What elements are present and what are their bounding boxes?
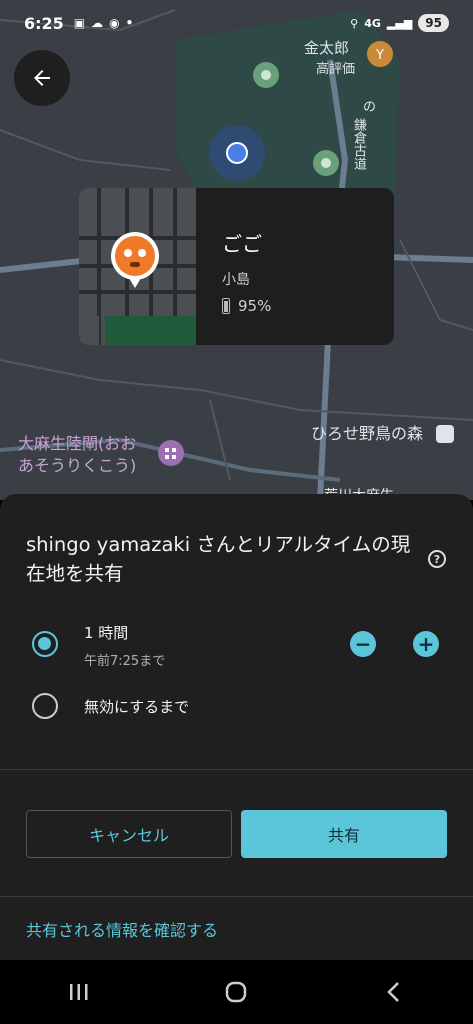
location-icon: ⚲ <box>350 16 359 30</box>
screenshot-icon: ▣ <box>73 16 86 30</box>
option-until-disabled-label: 無効にするまで <box>84 698 190 716</box>
battery-indicator: 95 <box>418 14 449 32</box>
home-button[interactable] <box>206 972 266 1012</box>
sheet-title: shingo yamazaki さんとリアルタイムの現在地を共有 <box>26 533 411 585</box>
dot-icon: • <box>125 16 134 30</box>
share-button[interactable]: 共有 <box>241 810 447 858</box>
poi-forest-label[interactable]: ひろせ野鳥の森 <box>311 424 423 444</box>
avatar-face-icon <box>115 236 155 276</box>
back-nav-button[interactable] <box>364 972 424 1012</box>
share-sheet: shingo yamazaki さんとリアルタイムの現在地を共有 ? 1 時間 … <box>0 494 473 960</box>
contact-battery-value: 95% <box>238 297 272 315</box>
help-icon[interactable]: ? <box>428 550 446 568</box>
card-mini-map <box>79 188 196 345</box>
poi-kintaro-rating: 高評価 <box>316 62 356 77</box>
status-bar: 6:25 ▣ ☁ ◉ • ⚲ 4G ▂▄▆ 95 <box>0 0 473 46</box>
option-one-hour-until: 午前7:25まで <box>84 654 166 669</box>
road-label: 鎌倉古道 <box>351 118 366 170</box>
cancel-button[interactable]: キャンセル <box>26 810 232 858</box>
divider <box>0 769 473 770</box>
cloud-icon: ☁ <box>91 16 104 30</box>
chevron-left-icon <box>387 982 400 1002</box>
poi-lock-label-1[interactable]: 大麻生陸閘(おお <box>18 434 136 454</box>
radio-until-disabled[interactable] <box>32 693 58 719</box>
increase-button[interactable]: + <box>413 631 439 657</box>
radio-one-hour[interactable] <box>32 631 58 657</box>
contact-card[interactable]: ごご 小島 95% <box>79 188 394 345</box>
review-info-link[interactable]: 共有される情報を確認する <box>26 917 218 941</box>
recents-button[interactable] <box>49 972 109 1012</box>
signal-icon: ▂▄▆ <box>386 16 413 30</box>
status-right: ⚲ 4G ▂▄▆ 95 <box>350 14 449 32</box>
network-label: 4G <box>364 16 381 30</box>
card-info: ごご 小島 95% <box>196 188 394 345</box>
decrease-button[interactable]: − <box>350 631 376 657</box>
chat-icon: ◉ <box>109 16 120 30</box>
home-icon <box>226 981 247 1003</box>
avatar-pin-tip <box>129 278 141 288</box>
option-one-hour-label: 1 時間 <box>84 624 129 642</box>
road-label-suffix: の <box>363 100 377 115</box>
recents-icon <box>69 984 88 1000</box>
system-nav-bar <box>0 960 473 1024</box>
contact-battery: 95% <box>222 297 394 315</box>
arrow-left-icon <box>34 70 50 86</box>
avatar <box>111 232 159 280</box>
divider <box>0 896 473 897</box>
svg-text:Y: Y <box>375 48 384 63</box>
contact-name: ごご <box>222 232 262 256</box>
contact-place: 小島 <box>222 272 250 288</box>
notification-icons: ▣ ☁ ◉ • <box>74 16 134 30</box>
back-button[interactable] <box>14 50 70 106</box>
battery-icon <box>222 298 230 314</box>
poi-lock-label-2[interactable]: あそうりくこう) <box>18 456 136 476</box>
status-time: 6:25 <box>24 13 64 33</box>
